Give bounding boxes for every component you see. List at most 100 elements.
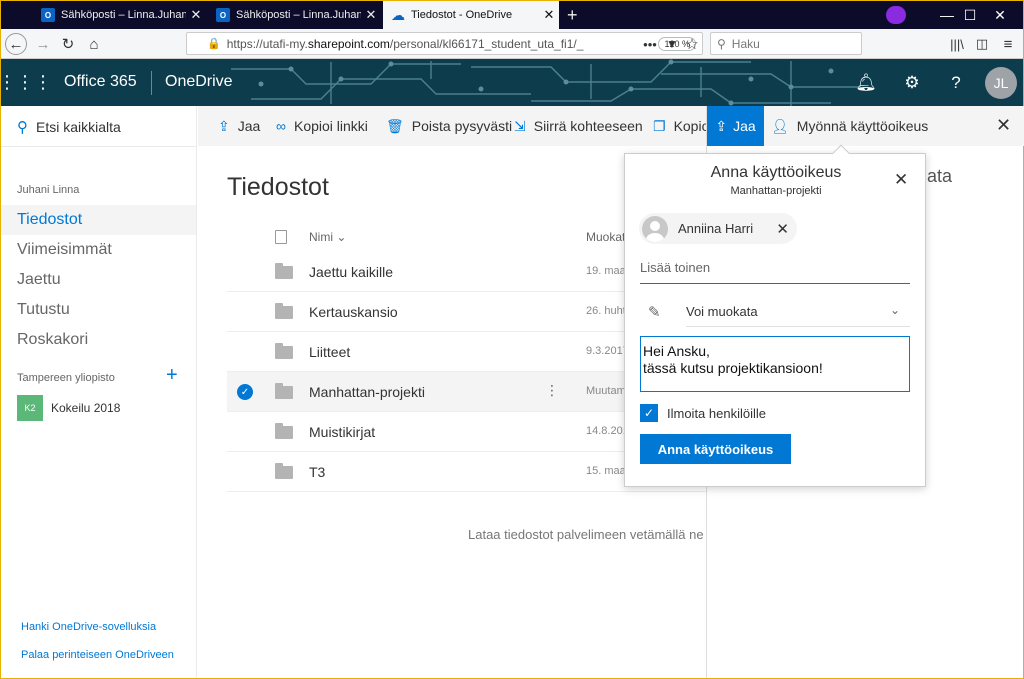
site-item-kokeilu[interactable]: K2 Kokeilu 2018 — [17, 395, 120, 421]
file-name[interactable]: T3 — [309, 464, 325, 480]
folder-icon — [275, 303, 293, 319]
reload-icon[interactable]: ↻ — [57, 33, 79, 55]
home-icon[interactable]: ⌂ — [83, 33, 105, 55]
menu-icon[interactable]: ≡ — [997, 33, 1019, 55]
add-another-input[interactable]: Lisää toinen — [640, 260, 910, 284]
copy-link-label: Kopioi linkki — [293, 118, 368, 134]
nav-item-recycle-bin[interactable]: Roskakori — [1, 325, 196, 355]
private-browsing-icon — [886, 6, 906, 24]
browser-tab-onedrive[interactable]: ☁ Tiedostot - OneDrive ✕ — [383, 1, 559, 29]
link-icon: ∞ — [276, 118, 286, 134]
notifications-bell-icon[interactable]: 🔔︎ — [843, 59, 889, 106]
delete-button[interactable]: 🗑︎ Poista pysyvästi — [386, 106, 512, 146]
panel-title-obscured: ata — [927, 166, 953, 186]
user-name: Juhani Linna — [17, 184, 80, 196]
file-name[interactable]: Liitteet — [309, 344, 350, 360]
outlook-icon: O — [216, 8, 230, 22]
browser-tab-mail-1[interactable]: O Sähköposti – Linna.Juhani.G@s ✕ — [33, 1, 206, 29]
copy-button[interactable]: ❐ Kopioi — [653, 106, 712, 146]
share-button[interactable]: ⇪ Jaa — [218, 106, 260, 146]
file-name[interactable]: Muistikirjat — [309, 424, 375, 440]
url-text: https://utafi-my.sharepoint.com/personal… — [226, 36, 584, 51]
classic-onedrive-link[interactable]: Palaa perinteiseen OneDriveen — [21, 649, 174, 661]
checkbox-checked-icon[interactable]: ✓ — [640, 404, 658, 422]
outlook-icon: O — [41, 8, 55, 22]
notify-label: Ilmoita henkilöille — [667, 405, 766, 421]
app-launcher-icon[interactable]: ⋮⋮⋮ — [1, 59, 52, 106]
get-apps-link[interactable]: Hanki OneDrive-sovelluksia — [21, 621, 156, 633]
sidebar-icon[interactable]: ◫ — [971, 33, 993, 55]
org-name: Tampereen yliopisto — [17, 372, 115, 384]
copy-link-button[interactable]: ∞ Kopioi linkki — [276, 106, 368, 146]
remove-recipient-icon[interactable]: ✕ — [776, 220, 789, 238]
permission-dropdown[interactable]: ✎ Voi muokata ⌄ — [640, 297, 910, 327]
folder-icon — [275, 263, 293, 279]
folder-icon — [275, 423, 293, 439]
command-bar: ⇪ Jaa ∞ Kopioi linkki 🗑︎ Poista pysyväst… — [198, 106, 712, 146]
nav-item-recent[interactable]: Viimeisimmät — [1, 235, 196, 265]
search-everywhere[interactable]: ⚲ Etsi kaikkialta — [17, 118, 121, 136]
close-window-icon[interactable]: ✕ — [977, 1, 1023, 29]
nav-item-discover[interactable]: Tutustu — [1, 295, 196, 325]
nav-item-shared[interactable]: Jaettu — [1, 265, 196, 295]
url-bar[interactable]: 🔒 https://utafi-my.sharepoint.com/person… — [186, 32, 703, 55]
pocket-icon[interactable]: ▼ — [661, 33, 683, 55]
folder-icon — [275, 463, 293, 479]
share-icon: ⇪ — [715, 117, 728, 134]
move-button[interactable]: ⇲ Siirrä kohteeseen — [514, 106, 643, 146]
share-tab-label: Jaa — [733, 118, 756, 134]
office365-logo[interactable]: Office 365 — [64, 73, 137, 91]
grant-access-tab[interactable]: 👤︎ Myönnä käyttöoikeus — [771, 106, 928, 146]
nav-item-files[interactable]: Tiedostot — [1, 205, 196, 235]
settings-gear-icon[interactable]: ⚙ — [889, 59, 935, 106]
browser-tab-strip: O Sähköposti – Linna.Juhani.G@s ✕ O Sähk… — [1, 1, 1023, 29]
more-options-icon[interactable]: ⋮ — [545, 382, 559, 399]
lock-icon: 🔒 — [207, 38, 221, 50]
bookmark-star-icon[interactable]: ☆ — [681, 33, 703, 55]
new-tab-button[interactable]: + — [561, 1, 587, 29]
library-icon[interactable]: |||\ — [946, 33, 968, 55]
file-name[interactable]: Jaettu kaikille — [309, 264, 393, 280]
back-icon[interactable]: ← — [5, 33, 27, 55]
forward-icon[interactable]: → — [32, 33, 54, 55]
user-avatar[interactable]: JL — [985, 67, 1017, 99]
row-checkmark-icon[interactable]: ✓ — [237, 384, 253, 400]
add-site-icon[interactable]: + — [166, 364, 178, 387]
tab-label: Tiedostot - OneDrive — [411, 9, 513, 21]
share-tab[interactable]: ⇪ Jaa — [707, 106, 764, 146]
close-dialog-icon[interactable]: ✕ — [894, 170, 908, 190]
message-textarea[interactable]: Hei Ansku, tässä kutsu projektikansioon! — [640, 336, 910, 392]
column-header-name[interactable]: Nimi ⌄ — [309, 230, 346, 244]
page-actions-icon[interactable]: ••• — [639, 33, 661, 55]
close-panel-icon[interactable]: ✕ — [996, 115, 1011, 136]
add-person-icon: 👤︎ — [771, 117, 789, 134]
app-title[interactable]: OneDrive — [165, 73, 233, 91]
close-tab-icon[interactable]: ✕ — [539, 7, 559, 23]
browser-search-input[interactable]: ⚲ Haku — [710, 32, 862, 55]
divider — [1, 146, 197, 147]
file-name[interactable]: Kertauskansio — [309, 304, 398, 320]
search-label: Etsi kaikkialta — [36, 119, 121, 135]
notify-people-checkbox[interactable]: ✓ Ilmoita henkilöille — [640, 404, 766, 422]
help-icon[interactable]: ? — [933, 59, 979, 106]
file-name[interactable]: Manhattan-projekti — [309, 384, 425, 400]
grant-access-button[interactable]: Anna käyttöoikeus — [640, 434, 791, 464]
tab-label: Sähköposti – Linna.Juhani.G@s — [236, 9, 361, 21]
message-line: tässä kutsu projektikansioon! — [643, 360, 823, 376]
person-avatar-icon — [642, 215, 668, 242]
share-icon: ⇪ — [218, 117, 230, 134]
suite-divider — [151, 71, 152, 95]
site-badge: K2 — [17, 395, 43, 421]
left-nav: ⚲ Etsi kaikkialta Juhani Linna Tiedostot… — [1, 106, 197, 678]
page-title: Tiedostot — [227, 173, 329, 201]
browser-tab-mail-2[interactable]: O Sähköposti – Linna.Juhani.G@s ✕ — [208, 1, 381, 29]
tab-label: Sähköposti – Linna.Juhani.G@s — [61, 9, 186, 21]
close-tab-icon[interactable]: ✕ — [186, 7, 206, 23]
trash-icon: 🗑︎ — [386, 117, 404, 134]
onedrive-icon: ☁ — [391, 6, 405, 23]
close-tab-icon[interactable]: ✕ — [361, 7, 381, 23]
grant-access-label: Myönnä käyttöoikeus — [796, 118, 929, 134]
chevron-down-icon: ⌄ — [889, 303, 900, 317]
dialog-title: Anna käyttöoikeus — [710, 164, 842, 181]
move-label: Siirrä kohteeseen — [533, 118, 643, 134]
